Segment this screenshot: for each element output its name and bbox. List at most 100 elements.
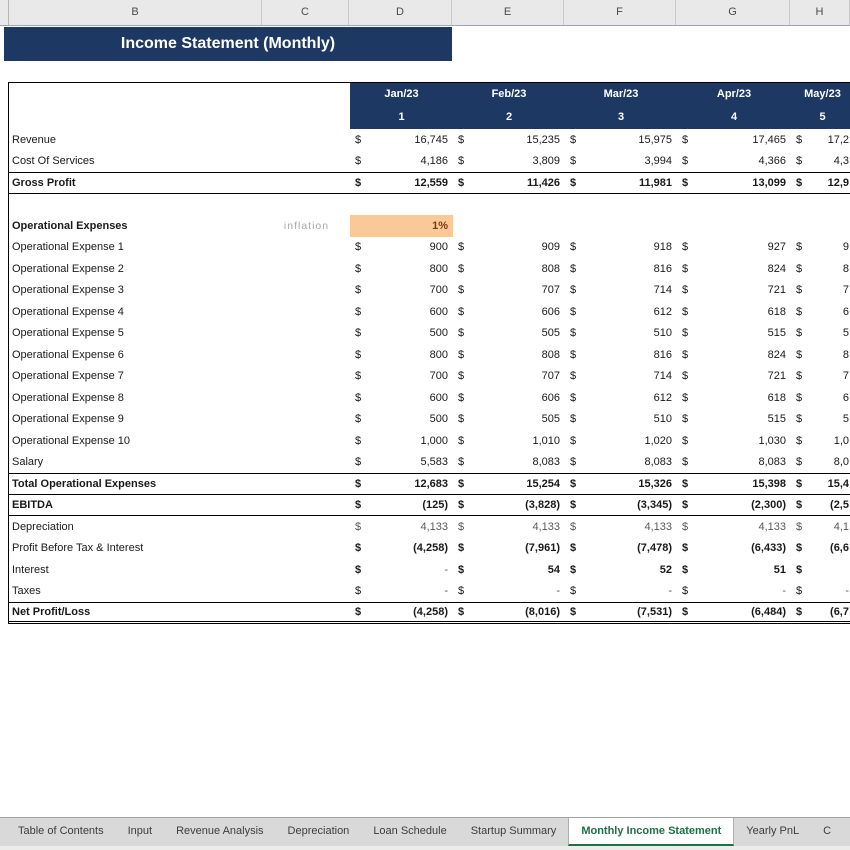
column-header-C[interactable]: C — [262, 0, 349, 25]
value-cell[interactable]: $505 — [453, 409, 565, 431]
value-cell[interactable]: $(4,258) — [350, 538, 453, 560]
row-label[interactable]: Depreciation — [9, 516, 350, 538]
value-cell[interactable]: $8,083 — [565, 452, 677, 474]
inflation-value-cell[interactable]: 1% — [350, 215, 453, 237]
row-label[interactable]: Gross Profit — [9, 173, 350, 193]
value-cell[interactable]: $600 — [350, 387, 453, 409]
value-cell[interactable]: $(4,258) — [350, 603, 453, 621]
sheet-tab-monthly-income-statement[interactable]: Monthly Income Statement — [568, 818, 734, 846]
row-label[interactable]: Operational Expense 7 — [9, 366, 350, 388]
value-cell[interactable]: $7 — [791, 280, 850, 302]
month-number-2[interactable]: 2 — [453, 106, 565, 129]
value-cell[interactable]: $15,235 — [453, 129, 565, 151]
value-cell[interactable]: $800 — [350, 344, 453, 366]
value-cell[interactable]: $606 — [453, 301, 565, 323]
row-label[interactable]: Profit Before Tax & Interest — [9, 538, 350, 560]
value-cell[interactable]: $500 — [350, 323, 453, 345]
value-cell[interactable]: $500 — [350, 409, 453, 431]
value-cell[interactable]: $8 — [791, 258, 850, 280]
value-cell[interactable]: $17,2 — [791, 129, 850, 151]
value-cell[interactable]: $618 — [677, 387, 791, 409]
value-cell[interactable]: $721 — [677, 366, 791, 388]
value-cell[interactable]: $3,994 — [565, 151, 677, 173]
value-cell[interactable]: $ — [791, 559, 850, 581]
column-header-H[interactable]: H — [790, 0, 850, 25]
value-cell[interactable]: $(6,484) — [677, 603, 791, 621]
row-label[interactable]: Taxes — [9, 581, 350, 603]
sheet-tab-loan-schedule[interactable]: Loan Schedule — [361, 818, 458, 846]
row-label[interactable]: Interest — [9, 559, 350, 581]
value-cell[interactable]: $51 — [677, 559, 791, 581]
sheet-tab-revenue-analysis[interactable]: Revenue Analysis — [164, 818, 275, 846]
value-cell[interactable]: $4,366 — [677, 151, 791, 173]
value-cell[interactable]: $52 — [565, 559, 677, 581]
value-cell[interactable]: $(6,7 — [791, 603, 850, 621]
value-cell[interactable]: $8 — [791, 344, 850, 366]
value-cell[interactable]: $4,186 — [350, 151, 453, 173]
value-cell[interactable]: $(8,016) — [453, 603, 565, 621]
value-cell[interactable]: $- — [453, 581, 565, 603]
row-label[interactable]: Total Operational Expenses — [9, 474, 350, 494]
value-cell[interactable]: $707 — [453, 280, 565, 302]
value-cell[interactable]: $4,133 — [350, 516, 453, 538]
row-label[interactable]: Operational Expense 8 — [9, 387, 350, 409]
row-label[interactable]: Cost Of Services — [9, 151, 350, 173]
value-cell[interactable]: $(7,478) — [565, 538, 677, 560]
value-cell[interactable]: $15,4 — [791, 474, 850, 494]
row-label[interactable]: Operational Expense 3 — [9, 280, 350, 302]
value-cell[interactable]: $618 — [677, 301, 791, 323]
column-header-B[interactable]: B — [8, 0, 262, 25]
value-cell[interactable]: $714 — [565, 366, 677, 388]
row-label[interactable] — [9, 194, 350, 216]
row-label[interactable]: EBITDA — [9, 495, 350, 516]
value-cell[interactable]: $(6,433) — [677, 538, 791, 560]
sheet-tab-yearly-pnl[interactable]: Yearly PnL — [734, 818, 811, 846]
value-cell[interactable]: $515 — [677, 323, 791, 345]
value-cell[interactable]: $(125) — [350, 495, 453, 516]
value-cell[interactable]: $4,1 — [791, 516, 850, 538]
value-cell[interactable]: $714 — [565, 280, 677, 302]
value-cell[interactable]: $- — [350, 581, 453, 603]
value-cell[interactable]: $900 — [350, 237, 453, 259]
value-cell[interactable]: $6 — [791, 301, 850, 323]
value-cell[interactable]: $612 — [565, 301, 677, 323]
value-cell[interactable]: $1,000 — [350, 430, 453, 452]
value-cell[interactable]: $(3,828) — [453, 495, 565, 516]
row-label[interactable]: Revenue — [9, 129, 350, 151]
value-cell[interactable]: $8,0 — [791, 452, 850, 474]
value-cell[interactable]: $(2,5 — [791, 495, 850, 516]
value-cell[interactable]: $4,133 — [453, 516, 565, 538]
column-header-G[interactable]: G — [676, 0, 790, 25]
value-cell[interactable]: $707 — [453, 366, 565, 388]
month-header-apr-23[interactable]: Apr/23 — [677, 83, 791, 106]
value-cell[interactable]: $7 — [791, 366, 850, 388]
value-cell[interactable]: $909 — [453, 237, 565, 259]
value-cell[interactable]: $- — [565, 581, 677, 603]
value-cell[interactable]: $12,9 — [791, 173, 850, 193]
sheet-tab-input[interactable]: Input — [116, 818, 164, 846]
value-cell[interactable]: $721 — [677, 280, 791, 302]
value-cell[interactable]: $808 — [453, 344, 565, 366]
value-cell[interactable]: $510 — [565, 409, 677, 431]
value-cell[interactable]: $800 — [350, 258, 453, 280]
value-cell[interactable]: $11,981 — [565, 173, 677, 193]
value-cell[interactable]: $4,133 — [677, 516, 791, 538]
value-cell[interactable]: $- — [350, 559, 453, 581]
month-header-may-23[interactable]: May/23 — [791, 83, 850, 106]
month-number-1[interactable]: 1 — [350, 106, 453, 129]
value-cell[interactable]: $15,326 — [565, 474, 677, 494]
value-cell[interactable]: $600 — [350, 301, 453, 323]
value-cell[interactable]: $54 — [453, 559, 565, 581]
value-cell[interactable]: $5 — [791, 323, 850, 345]
value-cell[interactable]: $505 — [453, 323, 565, 345]
value-cell[interactable]: $9 — [791, 237, 850, 259]
value-cell[interactable]: $1,030 — [677, 430, 791, 452]
value-cell[interactable]: $1,020 — [565, 430, 677, 452]
row-label[interactable]: Operational Expense 2 — [9, 258, 350, 280]
value-cell[interactable]: $(7,531) — [565, 603, 677, 621]
row-label[interactable]: Operational Expense 4 — [9, 301, 350, 323]
value-cell[interactable]: $- — [677, 581, 791, 603]
value-cell[interactable]: $13,099 — [677, 173, 791, 193]
row-label[interactable]: Operational Expense 9 — [9, 409, 350, 431]
value-cell[interactable]: $12,559 — [350, 173, 453, 193]
